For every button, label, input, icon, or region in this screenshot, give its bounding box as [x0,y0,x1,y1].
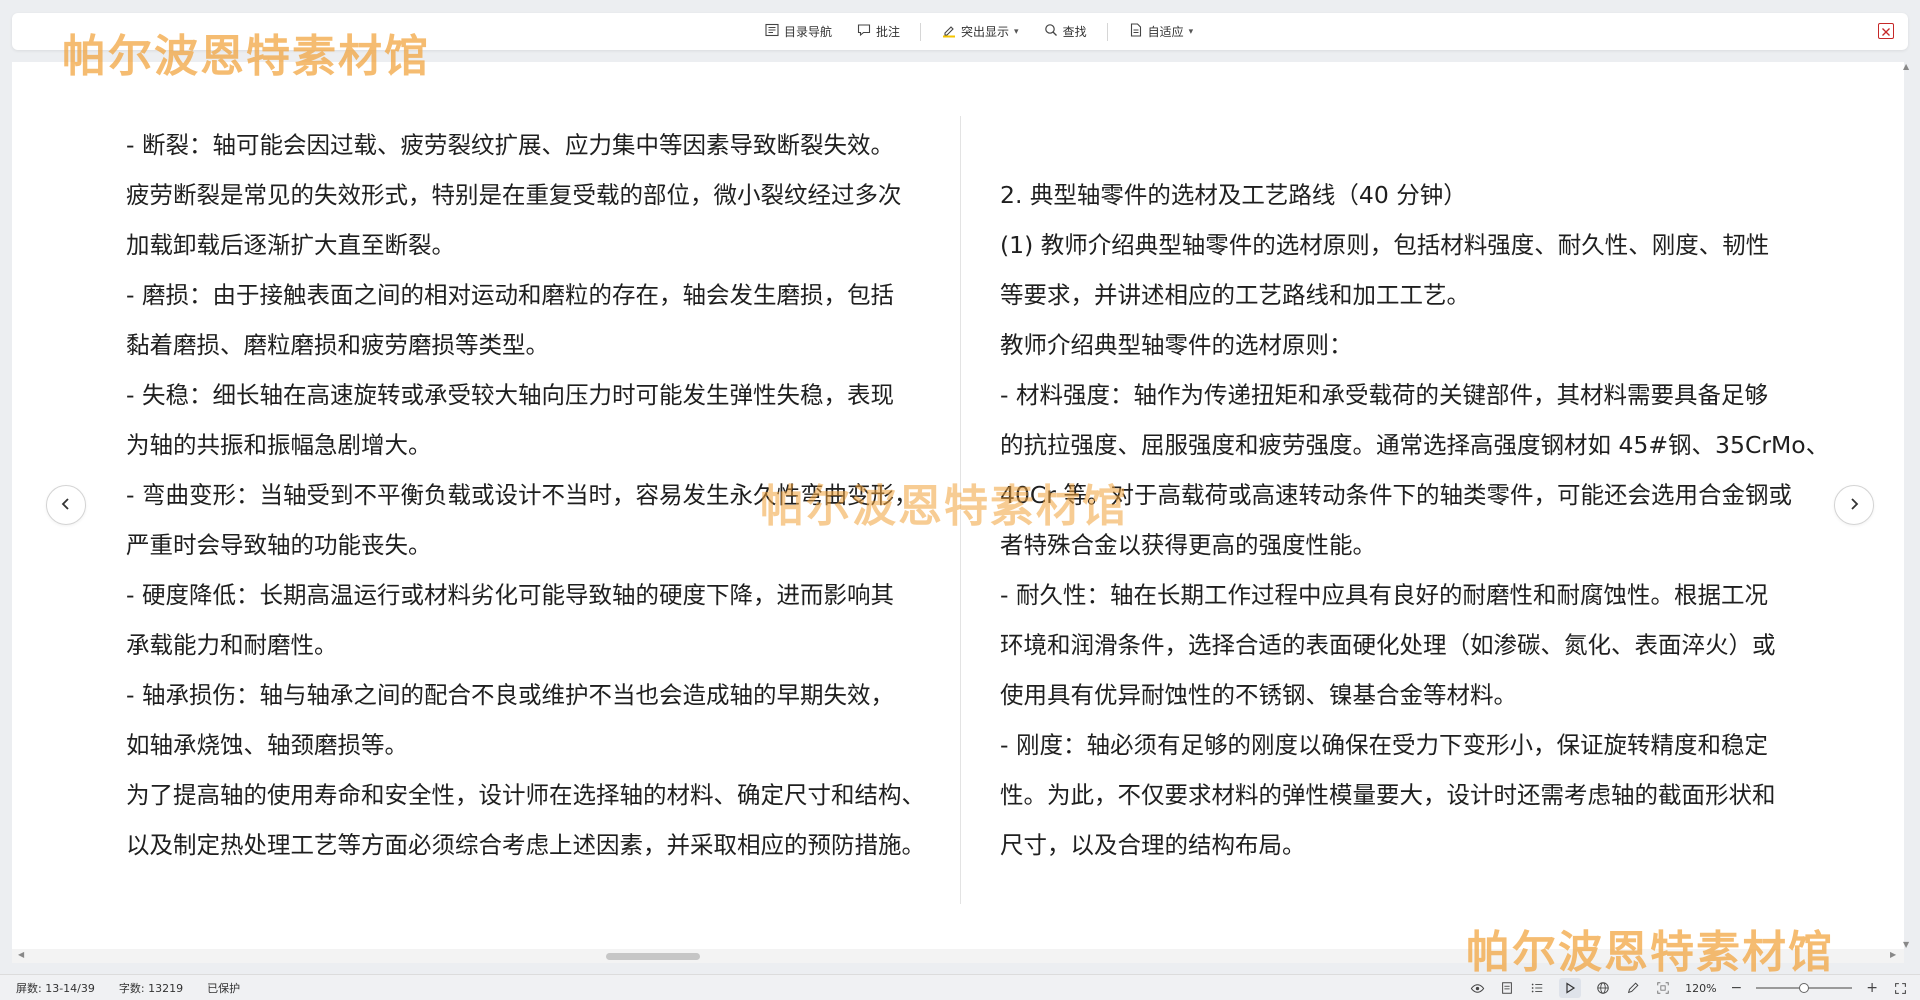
chevron-left-icon [59,496,73,515]
web-view-icon[interactable] [1595,980,1611,996]
search-icon [1043,22,1059,41]
right-page-text-line: - 耐久性：轴在长期工作过程中应具有良好的耐磨性和耐腐蚀性。根据工况 [1000,581,1768,609]
left-page-text-line: - 硬度降低：长期高温运行或材料劣化可能导致轴的硬度下降，进而影响其 [126,581,894,609]
horizontal-scroll-thumb[interactable] [606,953,700,960]
find-button[interactable]: 查找 [1039,19,1091,45]
left-page-text-line: 为了提高轴的使用寿命和安全性，设计师在选择轴的材料、确定尺寸和结构、 [126,781,925,809]
scroll-down-arrow[interactable]: ▼ [1903,940,1909,949]
right-page-text-line: 性。为此，不仅要求材料的弹性模量要大，设计时还需考虑轴的截面形状和 [1000,781,1776,809]
comment-icon [856,22,872,41]
toc-navigation-label: 目录导航 [784,25,833,39]
page-view-icon[interactable] [1499,980,1515,996]
scroll-up-arrow[interactable]: ▲ [1903,62,1909,71]
left-page-text-line: - 轴承损伤：轴与轴承之间的配合不良或维护不当也会造成轴的早期失效， [126,681,894,709]
status-bar: 屏数: 13-14/39 字数: 13219 已保护 120% − + [0,974,1920,1000]
highlight-icon [941,22,957,41]
right-page-text-line: 教师介绍典型轴零件的选材原则： [1000,331,1353,359]
protection-status: 已保护 [207,981,241,995]
watermark-top-left: 帕尔波恩特素材馆 [62,31,430,82]
right-page-text-line: 2. 典型轴零件的选材及工艺路线（40 分钟） [1000,181,1467,209]
close-icon [1881,22,1891,41]
right-page-text-line: 使用具有优异耐蚀性的不锈钢、镍基合金等材料。 [1000,681,1517,709]
fullscreen-icon[interactable] [1892,980,1908,996]
right-page-text-line: 等要求，并讲述相应的工艺路线和加工工艺。 [1000,281,1470,309]
chevron-down-icon: ▾ [1188,26,1194,37]
outline-view-icon[interactable] [1529,980,1545,996]
toolbar-button-group: 目录导航 批注 突出显示 ▾ 查找 自适应 ▾ [760,13,1197,50]
next-page-button[interactable] [1834,485,1874,525]
toc-icon [764,22,780,41]
word-count[interactable]: 字数: 13219 [119,980,183,996]
pen-icon[interactable] [1625,980,1641,996]
zoom-slider-knob[interactable] [1799,983,1810,993]
toolbar-separator [920,22,922,41]
fit-page-button[interactable]: 自适应 ▾ [1124,19,1198,45]
left-page-text-line: 为轴的共振和振幅急剧增大。 [126,431,432,459]
right-page-text-line: - 刚度：轴必须有足够的刚度以确保在受力下变形小，保证旋转精度和稳定 [1000,731,1768,759]
zoom-in-button[interactable]: + [1866,980,1878,996]
highlight-label: 突出显示 [961,25,1010,39]
right-page-text-line: (1) 教师介绍典型轴零件的选材原则，包括材料强度、耐久性、刚度、韧性 [1000,231,1770,259]
chevron-down-icon: ▾ [1014,26,1019,37]
comment-button[interactable]: 批注 [852,19,904,45]
play-icon[interactable] [1559,978,1582,998]
watermark-center: 帕尔波恩特素材馆 [760,481,1128,532]
zoom-out-button[interactable]: − [1731,980,1743,996]
scroll-right-arrow[interactable]: ▶ [1890,950,1896,959]
right-page-text-line: 的抗拉强度、屈服强度和疲劳强度。通常选择高强度钢材如 45#钢、35CrMo、 [1000,431,1830,459]
left-page-text-line: - 断裂：轴可能会因过载、疲劳裂纹扩展、应力集中等因素导致断裂失效。 [126,131,894,159]
left-page-text-line: 加载卸载后逐渐扩大直至断裂。 [126,231,455,259]
zoom-slider[interactable] [1756,983,1853,993]
status-bar-controls: 120% − + [1469,975,1908,1000]
comment-label: 批注 [876,25,901,39]
toolbar-separator [1106,22,1108,41]
zoom-level[interactable]: 120% [1685,982,1716,995]
left-page-text-line: 承载能力和耐磨性。 [126,631,338,659]
right-page-text-line: - 材料强度：轴作为传递扭矩和承受载荷的关键部件，其材料需要具备足够 [1000,381,1768,409]
find-label: 查找 [1062,25,1087,39]
previous-page-button[interactable] [46,485,86,525]
chevron-right-icon [1847,496,1861,515]
fit-window-icon[interactable] [1655,980,1671,996]
left-page-text-line: - 失稳：细长轴在高速旋转或承受较大轴向压力时可能发生弹性失稳，表现 [126,381,894,409]
highlight-button[interactable]: 突出显示 ▾ [937,19,1023,45]
right-page-text-line: 环境和润滑条件，选择合适的表面硬化处理（如渗碳、氮化、表面淬火）或 [1000,631,1776,659]
left-page-text-line: 疲劳断裂是常见的失效形式，特别是在重复受载的部位，微小裂纹经过多次 [126,181,902,209]
right-page-text-line: 尺寸，以及合理的结构布局。 [1000,831,1306,859]
toc-navigation-button[interactable]: 目录导航 [760,19,836,45]
left-page-text-line: 以及制定热处理工艺等方面必须综合考虑上述因素，并采取相应的预防措施。 [126,831,925,859]
left-page-text-line: 如轴承烧蚀、轴颈磨损等。 [126,731,408,759]
close-button[interactable] [1878,23,1894,39]
eye-protection-icon[interactable] [1469,980,1485,996]
fit-page-icon [1128,22,1144,41]
left-page-text-line: 黏着磨损、磨粒磨损和疲劳磨损等类型。 [126,331,549,359]
page-info: 屏数: 13-14/39 [16,981,95,995]
fit-page-label: 自适应 [1147,25,1184,39]
left-page-text-line: - 磨损：由于接触表面之间的相对运动和磨粒的存在，轴会发生磨损，包括 [126,281,894,309]
scroll-left-arrow[interactable]: ◀ [18,950,24,959]
watermark-bottom-right: 帕尔波恩特素材馆 [1466,927,1834,978]
